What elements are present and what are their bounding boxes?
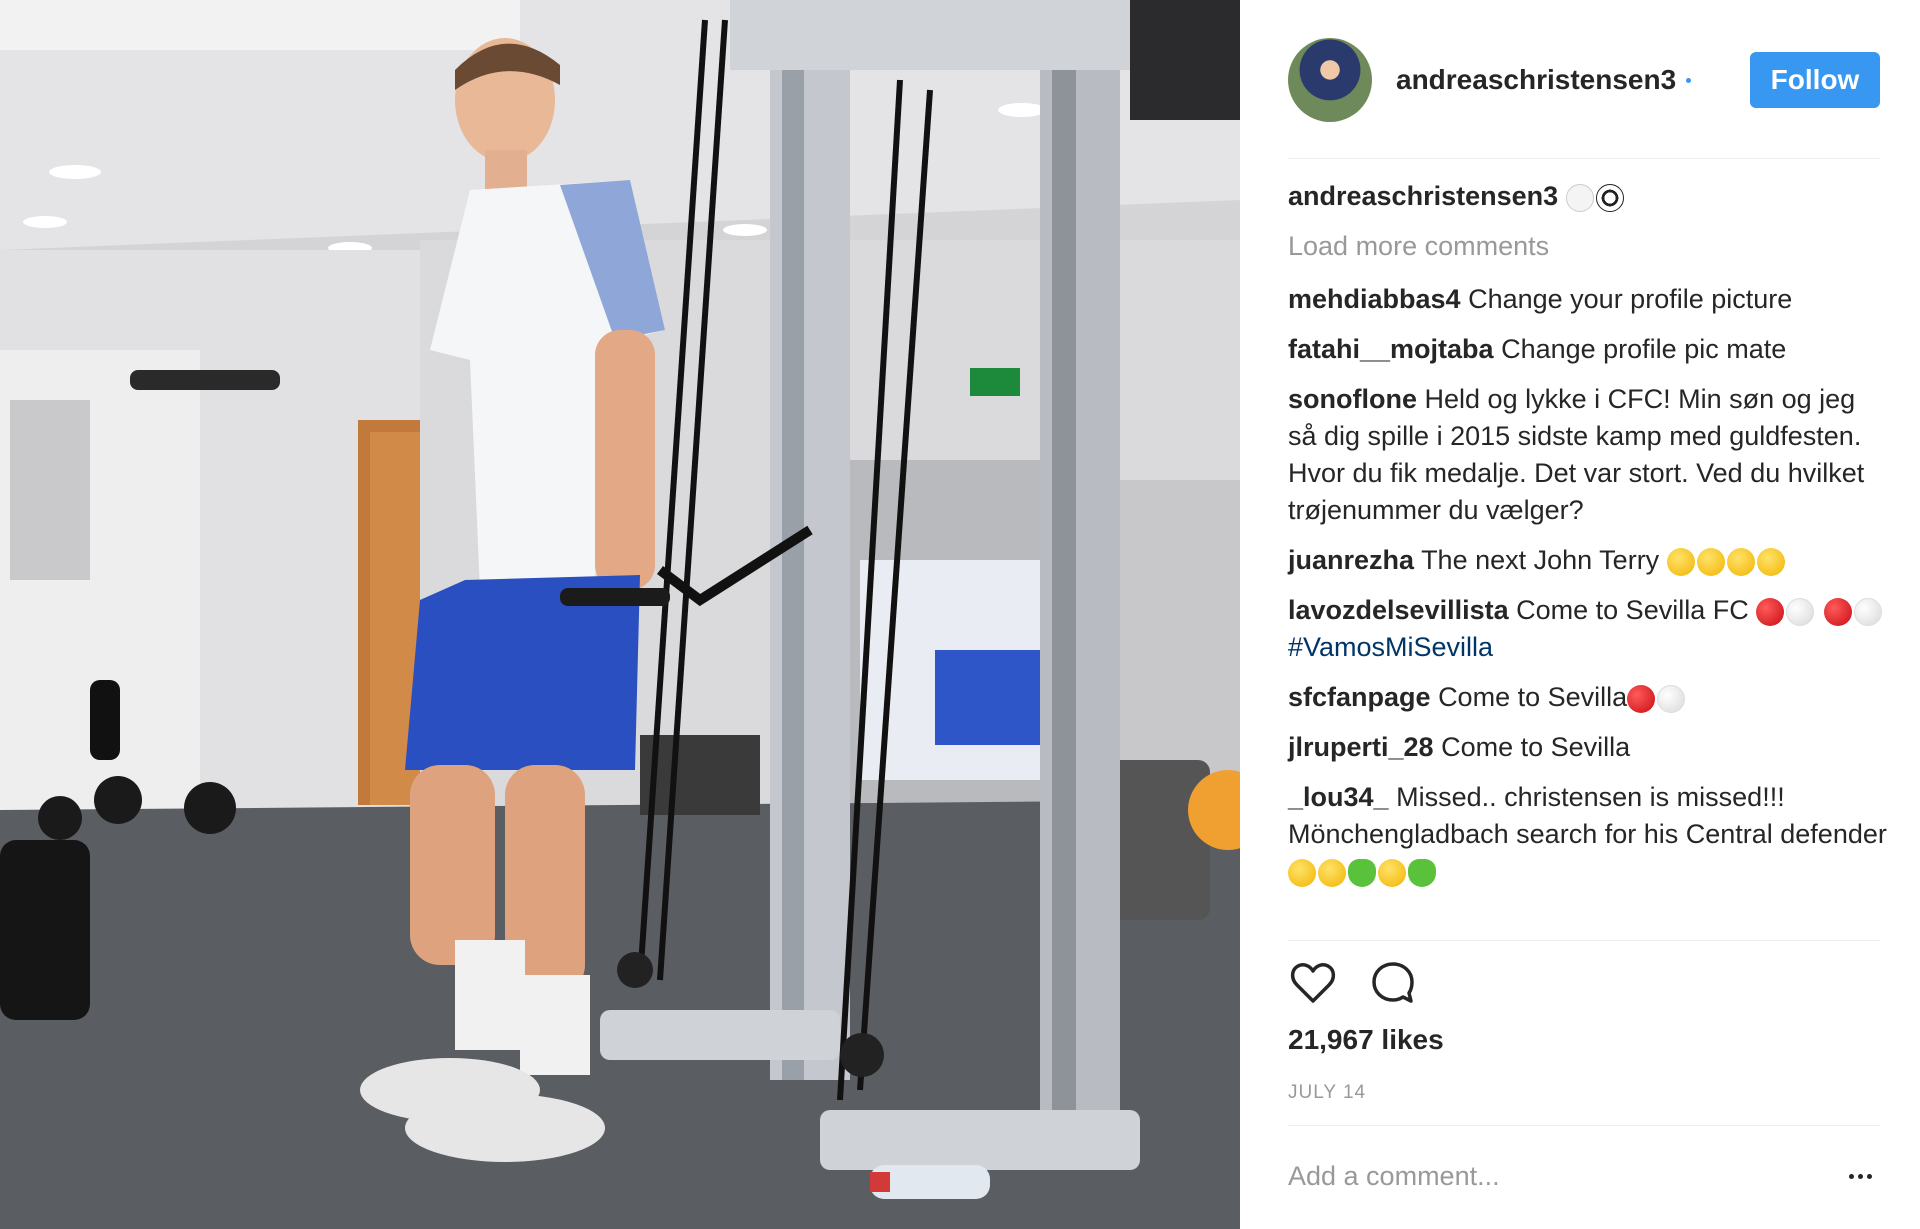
more-options-icon[interactable] xyxy=(1840,1156,1880,1196)
flexed-biceps-emoji-icon xyxy=(1696,547,1725,576)
action-bar xyxy=(1288,958,1448,1008)
comment-item: fatahi__mojtaba Change profile pic mate xyxy=(1288,331,1888,368)
comment-item: sfcfanpage Come to Sevilla xyxy=(1288,679,1888,716)
comment-text: The next John Terry xyxy=(1421,545,1660,575)
instagram-post: andreaschristensen3 Follow andreaschrist… xyxy=(0,0,1920,1229)
comment-username[interactable]: sonoflone xyxy=(1288,384,1417,414)
header-username[interactable]: andreaschristensen3 xyxy=(1396,64,1676,96)
post-header: andreaschristensen3 Follow xyxy=(1288,38,1880,122)
post-sidebar: andreaschristensen3 Follow andreaschrist… xyxy=(1240,0,1920,1229)
thumbs-up-emoji-icon xyxy=(1756,547,1785,576)
heart-icon[interactable] xyxy=(1288,958,1338,1008)
avatar[interactable] xyxy=(1288,38,1372,122)
red-circle-emoji-icon xyxy=(1756,597,1785,626)
comment-text: Change profile pic mate xyxy=(1501,334,1787,364)
comments-section: andreaschristensen3 Load more comments m… xyxy=(1288,178,1888,903)
crying-face-emoji-icon xyxy=(1378,858,1406,887)
comments-divider xyxy=(1288,940,1880,941)
footer-divider xyxy=(1288,1125,1880,1126)
white-circle-emoji-icon xyxy=(1657,684,1686,713)
verified-dot xyxy=(1686,77,1692,83)
gym-photo-illustration xyxy=(0,0,1240,1229)
comment-item: juanrezha The next John Terry xyxy=(1288,542,1888,579)
comment-text: Change your profile picture xyxy=(1468,284,1793,314)
caption: andreaschristensen3 xyxy=(1288,178,1888,215)
flexed-biceps-emoji-icon xyxy=(1666,547,1695,576)
green-heart-emoji-icon xyxy=(1408,858,1436,887)
sweat-smile-emoji-icon xyxy=(1288,858,1316,887)
comment-username[interactable]: jlruperti_28 xyxy=(1288,732,1434,762)
comment-item: sonoflone Held og lykke i CFC! Min søn o… xyxy=(1288,381,1888,529)
white-circle-emoji-icon xyxy=(1853,597,1882,626)
hashtag-link[interactable]: #VamosMiSevilla xyxy=(1288,632,1493,662)
comment-item: jlruperti_28 Come to Sevilla xyxy=(1288,729,1888,766)
post-photo[interactable] xyxy=(0,0,1240,1229)
follow-button[interactable]: Follow xyxy=(1750,52,1880,108)
white-circle-emoji-icon xyxy=(1786,597,1815,626)
comment-username[interactable]: _lou34_ xyxy=(1288,782,1389,812)
red-circle-emoji-icon xyxy=(1823,597,1852,626)
comment-item: mehdiabbas4 Change your profile picture xyxy=(1288,281,1888,318)
comment-bubble-icon[interactable] xyxy=(1368,958,1418,1008)
comment-text: Come to Sevilla xyxy=(1441,732,1631,762)
sad-face-emoji-icon xyxy=(1318,858,1346,887)
thumbs-up-emoji-icon xyxy=(1726,547,1755,576)
caption-username[interactable]: andreaschristensen3 xyxy=(1288,181,1558,211)
comment-username[interactable]: lavozdelsevillista xyxy=(1288,595,1509,625)
comment-text: Come to Sevilla xyxy=(1438,682,1628,712)
likes-count[interactable]: 21,967 likes xyxy=(1288,1024,1444,1056)
header-divider xyxy=(1288,158,1880,159)
load-more-comments-link[interactable]: Load more comments xyxy=(1288,228,1888,265)
comment-item: lavozdelsevillista Come to Sevilla FC #V… xyxy=(1288,592,1888,666)
comment-username[interactable]: mehdiabbas4 xyxy=(1288,284,1461,314)
green-heart-emoji-icon xyxy=(1348,858,1376,887)
post-date[interactable]: JULY 14 xyxy=(1288,1082,1366,1104)
puff-emoji-icon xyxy=(1565,183,1594,212)
comment-username[interactable]: sfcfanpage xyxy=(1288,682,1431,712)
comment-text: Come to Sevilla FC xyxy=(1516,595,1749,625)
comment-item: _lou34_ Missed.. christensen is missed!!… xyxy=(1288,779,1888,890)
comment-username[interactable]: juanrezha xyxy=(1288,545,1414,575)
add-comment-input[interactable] xyxy=(1288,1156,1808,1196)
soccer-ball-emoji-icon xyxy=(1595,183,1624,212)
comment-username[interactable]: fatahi__mojtaba xyxy=(1288,334,1494,364)
red-circle-emoji-icon xyxy=(1627,684,1656,713)
